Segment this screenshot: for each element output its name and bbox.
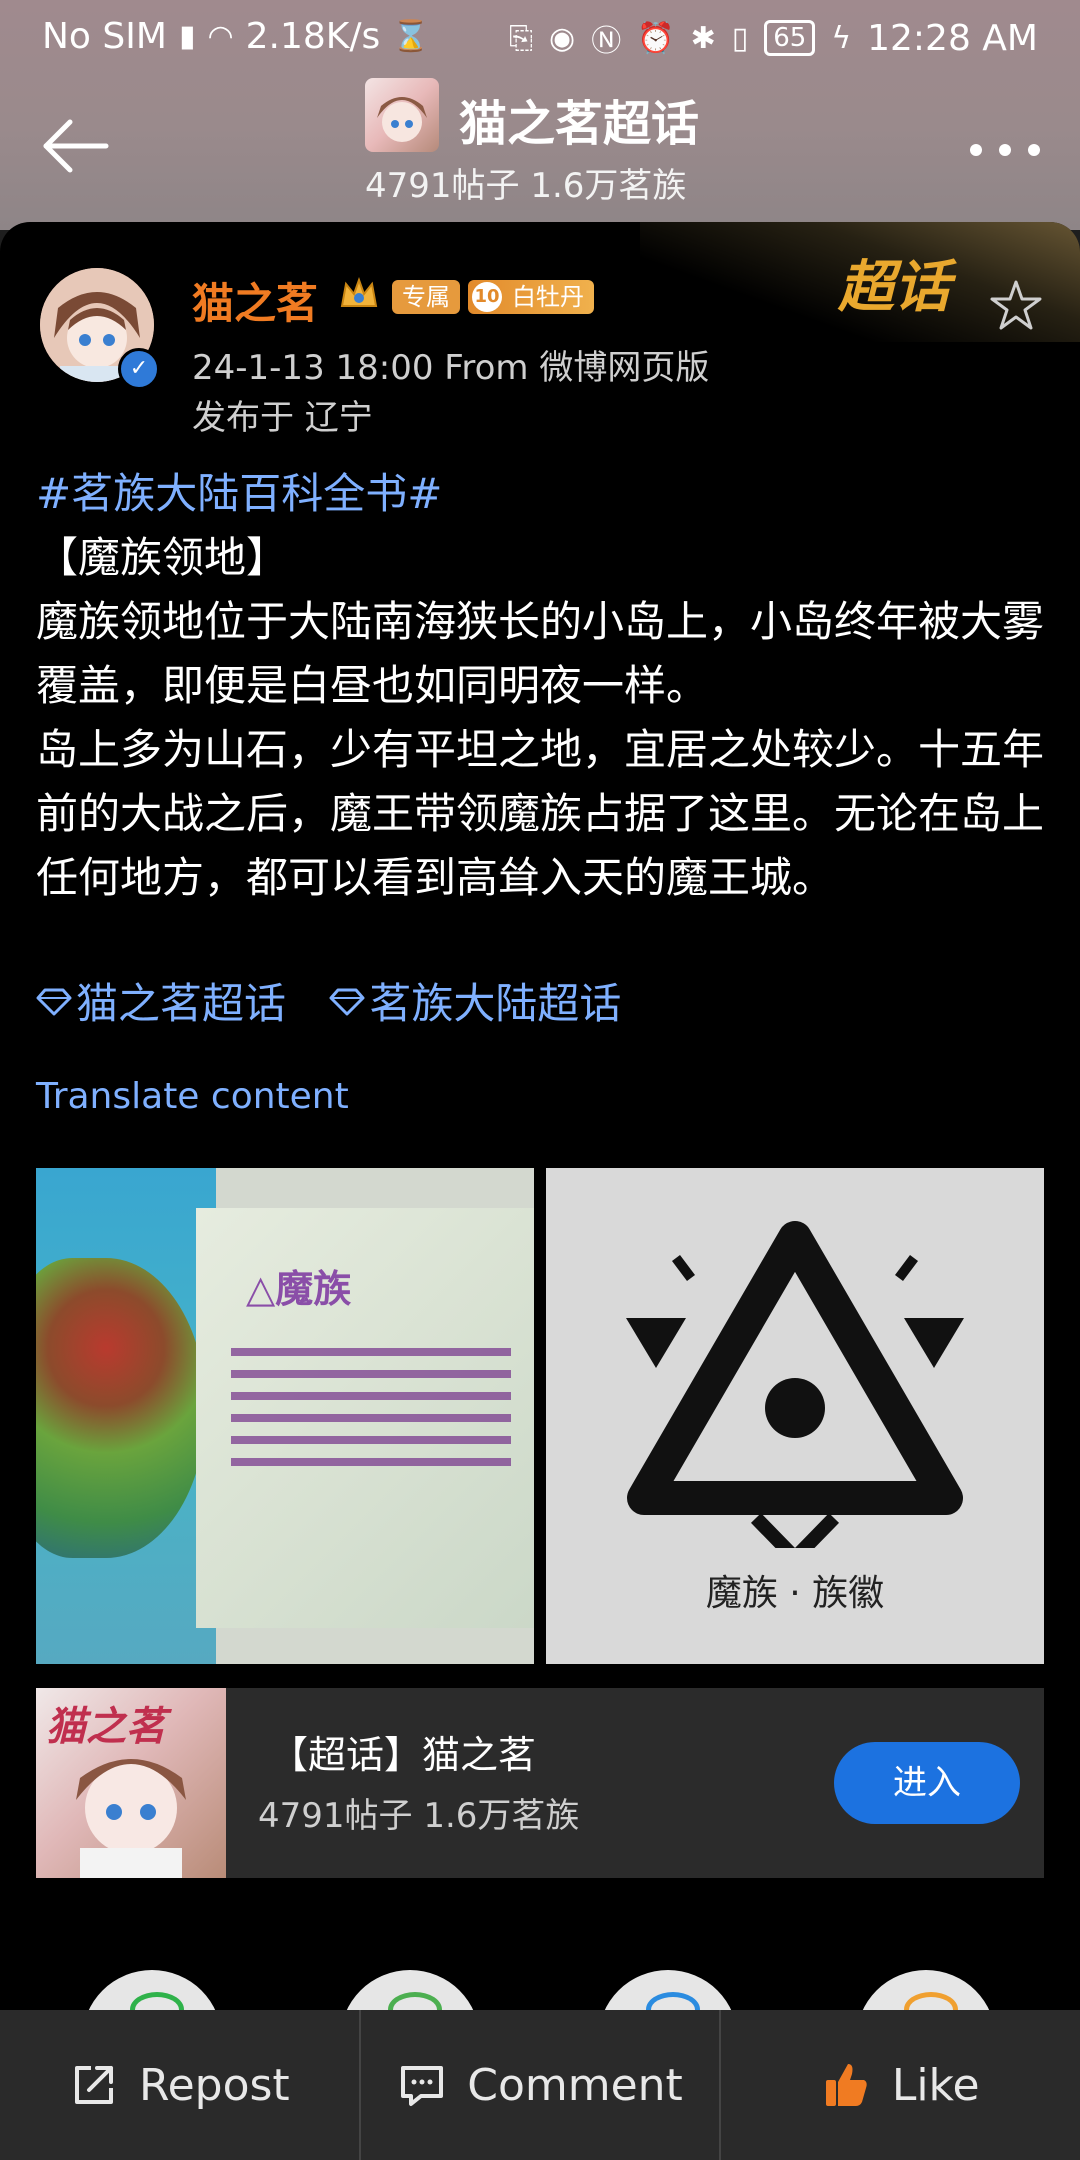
like-label: Like	[891, 2059, 980, 2111]
like-button[interactable]: Like	[719, 2010, 1080, 2160]
post-timestamp-source: 24-1-13 18:00 From 微博网页版	[192, 348, 710, 388]
more-dot-icon	[970, 144, 982, 156]
level-number: 10	[472, 282, 502, 312]
network-speed: 2.18K/s	[245, 16, 381, 57]
super-topic-title: 猫之茗超话	[459, 96, 700, 152]
topic-link[interactable]: 茗族大陆超话	[329, 970, 621, 1031]
more-dot-icon	[999, 144, 1011, 156]
status-bar: No SIM ▮ ◠ 2.18K/s ⌛ ⎘ ◉ Ⓝ ⏰ ✱ ▯ 65 ϟ 12…	[0, 0, 1080, 76]
topic-link[interactable]: 猫之茗超话	[36, 970, 286, 1031]
comment-button[interactable]: Comment	[358, 2010, 720, 2160]
cast-icon: ⎘	[509, 20, 534, 56]
repost-icon	[74, 2066, 113, 2104]
sim-alert-icon: ▮	[178, 19, 196, 54]
post-image-map[interactable]: △魔族	[36, 1168, 534, 1664]
level-label: 白牡丹	[512, 283, 584, 311]
hourglass-icon: ⌛	[392, 19, 430, 54]
vibrate-icon: ▯	[731, 20, 749, 56]
repost-label: Repost	[138, 2059, 290, 2111]
emblem-caption: 魔族 · 族徽	[705, 1573, 885, 1614]
eye-icon: ◉	[549, 20, 576, 56]
thumbs-up-icon	[825, 2064, 867, 2106]
alarm-icon: ⏰	[637, 20, 675, 56]
post-card: 超话 ✓ 猫之茗 专属 10 白牡丹 24-1-13 18:00 From 微博…	[0, 222, 1080, 2030]
battery-indicator: 65	[764, 20, 816, 56]
star-icon	[990, 280, 1042, 330]
topic-label: 茗族大陆超话	[369, 979, 622, 1028]
post-text: #茗族大陆百科全书# 【魔族领地】 魔族领地位于大陆南海狭长的小岛上，小岛终年被…	[36, 462, 1046, 910]
comment-icon	[401, 2066, 444, 2106]
super-topic-card[interactable]: 猫之茗 【超话】猫之茗 4791帖子 1.6万茗族 进入	[36, 1688, 1044, 1878]
clock: 12:28 AM	[867, 17, 1038, 59]
post-location: 发布于 辽宁	[192, 398, 373, 438]
post-heading: 【魔族领地】	[36, 533, 289, 582]
repost-button[interactable]: Repost	[0, 2010, 359, 2160]
nfc-icon: Ⓝ	[591, 24, 622, 59]
map-text-lines	[231, 1348, 511, 1480]
bottom-action-bar: Repost Comment Like	[0, 2010, 1080, 2160]
super-topic-avatar	[365, 78, 439, 152]
super-topic-thumbnail: 猫之茗	[36, 1688, 226, 1878]
map-region-label: 魔族	[275, 1267, 352, 1311]
post-paragraph: 岛上多为山石，少有平坦之地，宜居之处较少。十五年前的大战之后，魔王带领魔族占据了…	[36, 725, 1045, 902]
super-topic-card-title: 【超话】猫之茗	[270, 1733, 537, 1777]
translate-link[interactable]: Translate content	[36, 1076, 349, 1117]
chaohua-label: 超话	[838, 255, 950, 320]
super-topic-stats: 4791帖子 1.6万茗族	[365, 166, 687, 206]
verified-badge-icon: ✓	[118, 348, 160, 390]
triangle-emblem-icon: △	[246, 1267, 276, 1311]
header-row: 猫之茗超话 4791帖子 1.6万茗族	[0, 76, 1080, 226]
super-topic-header[interactable]: 猫之茗超话 4791帖子 1.6万茗族	[365, 76, 785, 206]
crown-icon	[340, 277, 378, 307]
topic-label: 猫之茗超话	[76, 979, 287, 1028]
topic-links: 猫之茗超话 茗族大陆超话	[36, 970, 651, 1031]
exclusive-chip: 专属	[392, 280, 460, 314]
favorite-button[interactable]	[988, 278, 1044, 334]
map-region-title: △魔族	[246, 1258, 351, 1313]
fan-level-chip: 10 白牡丹	[468, 280, 594, 314]
demon-clan-emblem-icon	[626, 1221, 964, 1548]
carrier-label: No SIM	[42, 16, 167, 57]
more-options-button[interactable]	[970, 126, 1040, 166]
comment-label: Comment	[467, 2059, 683, 2111]
bluetooth-icon: ✱	[690, 20, 716, 56]
back-arrow-icon	[43, 119, 109, 173]
wifi-icon: ◠	[207, 19, 234, 54]
diamond-icon	[329, 988, 365, 1015]
enter-button[interactable]: 进入	[834, 1742, 1020, 1824]
hashtag-link[interactable]: #茗族大陆百科全书#	[36, 462, 1046, 526]
more-dot-icon	[1028, 144, 1040, 156]
super-topic-card-stats: 4791帖子 1.6万茗族	[258, 1796, 580, 1836]
author-name[interactable]: 猫之茗	[192, 270, 318, 331]
post-paragraph: 魔族领地位于大陆南海狭长的小岛上，小岛终年被大雾覆盖，即便是白昼也如同明夜一样。	[36, 597, 1045, 710]
charging-icon: ϟ	[831, 20, 852, 56]
back-button[interactable]	[40, 116, 110, 176]
post-image-emblem[interactable]: 魔族 · 族徽	[546, 1168, 1044, 1664]
diamond-icon	[36, 988, 72, 1015]
